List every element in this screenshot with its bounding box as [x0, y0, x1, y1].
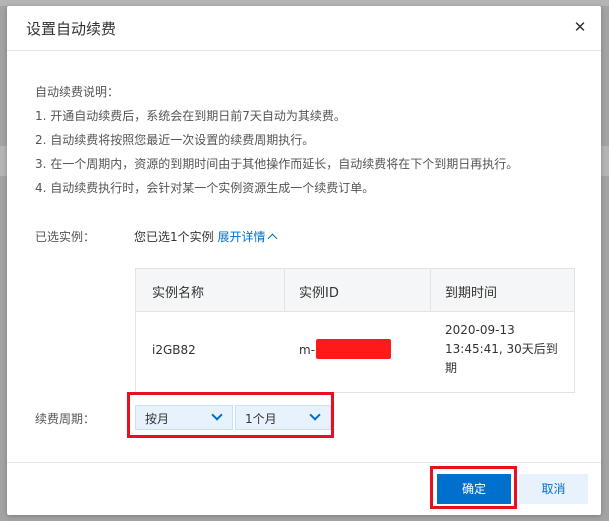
notes-heading: 自动续费说明： [35, 85, 120, 99]
table-header-row: 实例名称 实例ID 到期时间 [136, 269, 574, 312]
chevron-down-icon [309, 409, 321, 421]
renewal-period-label: 续费周期： [35, 412, 96, 426]
column-header-id: 实例ID [299, 286, 339, 301]
expiry-time: 13:45:41, 30天后到 [445, 342, 558, 356]
note-item: 4. 自动续费执行时，会针对某一个实例资源生成一个续费订单。 [35, 181, 375, 195]
chevron-down-icon [211, 409, 223, 421]
dialog-title: 设置自动续费 [26, 20, 117, 38]
column-divider [430, 269, 431, 311]
instance-id-cell: m- [299, 343, 316, 357]
dialog-footer [7, 462, 601, 515]
auto-renew-dialog: 设置自动续费 ✕ 自动续费说明： 1. 开通自动续费后，系统会在到期日前7天自动… [7, 6, 601, 515]
dialog-header: 设置自动续费 ✕ [7, 6, 601, 51]
renewal-unit-value: 按月 [145, 412, 170, 426]
column-header-expiry: 到期时间 [445, 286, 498, 301]
renewal-unit-select[interactable]: 按月 [135, 405, 233, 430]
instance-table: 实例名称 实例ID 到期时间 i2GB82 m- 2020-09-13 13:4… [135, 268, 575, 393]
close-icon[interactable]: ✕ [569, 16, 591, 38]
note-item: 2. 自动续费将按照您最近一次设置的续费周期执行。 [35, 133, 315, 147]
expiry-tail: 期 [445, 361, 458, 375]
column-header-name: 实例名称 [152, 286, 205, 301]
confirm-button[interactable]: 确定 [437, 474, 511, 504]
selected-count-text: 您已选1个实例 [134, 230, 214, 244]
note-item: 3. 在一个周期内，资源的到期时间由于其他操作而延长，自动续费将在下个到期日再执… [35, 157, 519, 171]
renewal-duration-select[interactable]: 1个月 [235, 405, 331, 430]
expand-details-link[interactable]: 展开详情 [217, 230, 278, 244]
redaction-mark [316, 339, 391, 359]
column-divider [284, 269, 285, 311]
auto-renew-notes: 自动续费说明： 1. 开通自动续费后，系统会在到期日前7天自动为其续费。 2. … [35, 84, 595, 204]
instance-name-cell: i2GB82 [152, 343, 196, 357]
expiry-cell: 2020-09-13 13:45:41, 30天后到 期 [445, 321, 558, 378]
chevron-up-icon [268, 233, 278, 244]
selected-summary: 您已选1个实例 展开详情 [134, 228, 278, 245]
selected-instances-label: 已选实例： [35, 230, 96, 244]
cancel-button[interactable]: 取消 [519, 474, 588, 504]
expand-details-label: 展开详情 [217, 230, 266, 244]
expiry-date: 2020-09-13 [445, 323, 515, 337]
note-item: 1. 开通自动续费后，系统会在到期日前7天自动为其续费。 [35, 109, 346, 123]
renewal-duration-value: 1个月 [245, 412, 277, 426]
